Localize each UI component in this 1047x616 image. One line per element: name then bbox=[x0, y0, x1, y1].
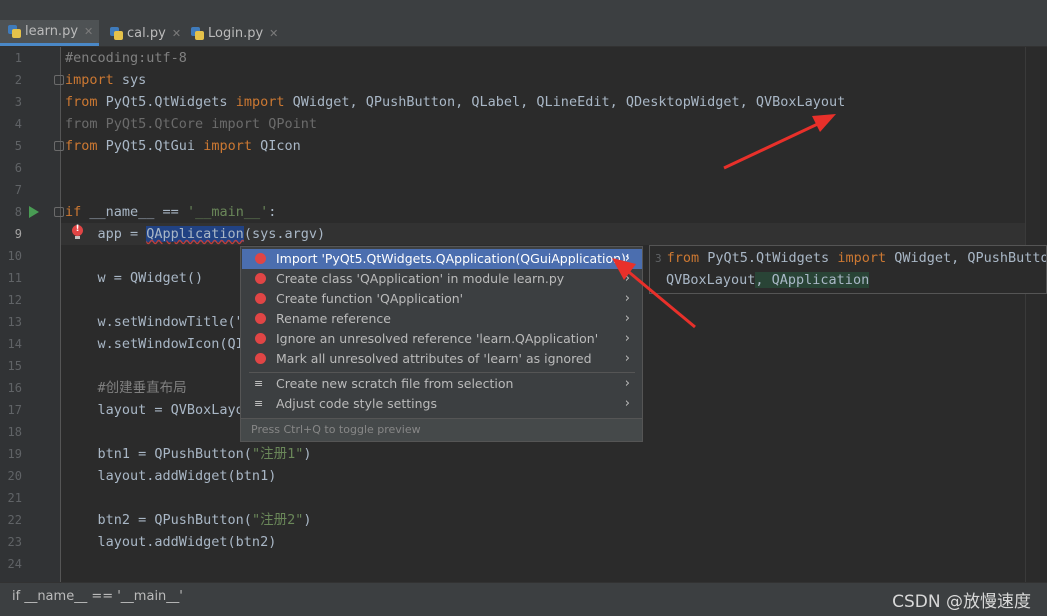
line-number: 16 bbox=[7, 381, 22, 395]
line-number: 23 bbox=[7, 535, 22, 549]
python-file-icon bbox=[110, 26, 123, 40]
close-tab-icon[interactable]: ✕ bbox=[172, 27, 181, 40]
chevron-right-icon: › bbox=[624, 376, 630, 391]
code-style-icon: ≡ bbox=[254, 397, 264, 410]
python-file-icon bbox=[8, 25, 21, 38]
fold-marker-icon[interactable] bbox=[54, 207, 64, 217]
unresolved-reference: QApplication bbox=[146, 226, 244, 242]
line-number: 2 bbox=[14, 73, 22, 87]
code-line: from PyQt5.QtGui import QIcon bbox=[65, 138, 301, 154]
line-number: 24 bbox=[7, 557, 22, 571]
line-number: 1 bbox=[14, 51, 22, 65]
line-number: 9 bbox=[14, 227, 22, 241]
error-bulb-icon bbox=[255, 313, 266, 324]
chevron-right-icon: › bbox=[624, 291, 630, 306]
error-bulb-icon bbox=[255, 273, 266, 284]
fold-marker-icon[interactable] bbox=[54, 141, 64, 151]
code-line: from PyQt5.QtCore import QPoint bbox=[65, 116, 317, 132]
code-line: w = QWidget() bbox=[65, 270, 204, 286]
popup-separator bbox=[249, 372, 635, 373]
line-number: 18 bbox=[7, 425, 22, 439]
chevron-right-icon: › bbox=[624, 251, 630, 266]
tab-cal-py[interactable]: cal.py ✕ bbox=[102, 20, 187, 46]
intention-preview: 3 from PyQt5.QtWidgets import QWidget, QP… bbox=[649, 245, 1047, 294]
python-file-icon bbox=[191, 26, 204, 40]
code-line: w.setWindowIcon(QI bbox=[65, 336, 244, 352]
line-number: 8 bbox=[14, 205, 22, 219]
status-bar: if __name__ == '__main__' CSDN @放慢速度 bbox=[0, 582, 1047, 616]
chevron-right-icon: › bbox=[624, 331, 630, 346]
line-number: 5 bbox=[14, 139, 22, 153]
code-line: btn2 = QPushButton("注册2") bbox=[65, 512, 312, 528]
line-number: 3 bbox=[14, 95, 22, 109]
line-number: 14 bbox=[7, 337, 22, 351]
line-number: 12 bbox=[7, 293, 22, 307]
tab-login-py[interactable]: Login.py ✕ bbox=[183, 20, 284, 46]
popup-item-ignore-reference[interactable]: Ignore an unresolved reference 'learn.QA… bbox=[242, 329, 642, 349]
line-number: 17 bbox=[7, 403, 22, 417]
code-line: #创建垂直布局 bbox=[65, 380, 187, 396]
fold-marker-icon[interactable] bbox=[54, 75, 64, 85]
code-line: import sys bbox=[65, 72, 147, 88]
chevron-right-icon: › bbox=[624, 396, 630, 411]
popup-item-mark-ignored[interactable]: Mark all unresolved attributes of 'learn… bbox=[242, 349, 642, 369]
chevron-right-icon: › bbox=[624, 351, 630, 366]
line-number: 19 bbox=[7, 447, 22, 461]
line-number: 4 bbox=[14, 117, 22, 131]
vertical-scrollbar[interactable] bbox=[1025, 47, 1047, 582]
code-line: from PyQt5.QtWidgets import QWidget, QPu… bbox=[65, 94, 846, 110]
watermark: CSDN @放慢速度 bbox=[892, 592, 1031, 612]
line-number: 7 bbox=[14, 183, 22, 197]
preview-line: QVBoxLayout, QApplication bbox=[666, 272, 870, 288]
close-tab-icon[interactable]: ✕ bbox=[269, 27, 278, 40]
scratch-icon: ≡ bbox=[254, 377, 264, 390]
line-number: 10 bbox=[7, 249, 22, 263]
line-number: 13 bbox=[7, 315, 22, 329]
line-number-gutter: 1 2 3 4 5 6 7 8 9 10 11 12 13 14 15 16 1… bbox=[0, 47, 64, 582]
chevron-right-icon: › bbox=[624, 311, 630, 326]
popup-item-create-function[interactable]: Create function 'QApplication' › bbox=[242, 289, 642, 309]
error-bulb-icon bbox=[255, 333, 266, 344]
code-line: layout = QVBoxLayo bbox=[65, 402, 244, 418]
popup-item-create-class[interactable]: Create class 'QApplication' in module le… bbox=[242, 269, 642, 289]
line-number: 11 bbox=[7, 271, 22, 285]
popup-item-scratch-file[interactable]: ≡ Create new scratch file from selection… bbox=[242, 374, 642, 394]
code-line: w.setWindowTitle(" bbox=[65, 314, 244, 330]
editor-tab-bar: learn.py ✕ cal.py ✕ Login.py ✕ bbox=[0, 20, 1047, 47]
code-line: #encoding:utf-8 bbox=[65, 50, 187, 66]
close-tab-icon[interactable]: ✕ bbox=[84, 25, 93, 38]
annotation-arrow-head bbox=[812, 114, 836, 132]
run-gutter-icon[interactable] bbox=[29, 206, 39, 218]
error-bulb-icon[interactable]: ! bbox=[72, 224, 83, 239]
code-line: app = QApplication(sys.argv) bbox=[65, 226, 326, 242]
error-bulb-icon bbox=[255, 253, 266, 264]
tab-learn-py[interactable]: learn.py ✕ bbox=[0, 20, 100, 46]
chevron-right-icon: › bbox=[624, 271, 630, 286]
popup-item-rename-reference[interactable]: Rename reference › bbox=[242, 309, 642, 329]
code-line: layout.addWidget(btn1) bbox=[65, 468, 277, 484]
error-bulb-icon bbox=[255, 353, 266, 364]
code-line: layout.addWidget(btn2) bbox=[65, 534, 277, 550]
line-number: 21 bbox=[7, 491, 22, 505]
popup-item-code-style[interactable]: ≡ Adjust code style settings › bbox=[242, 394, 642, 414]
line-number: 6 bbox=[14, 161, 22, 175]
code-line: btn1 = QPushButton("注册1") bbox=[65, 446, 312, 462]
line-number: 22 bbox=[7, 513, 22, 527]
intention-actions-popup: Import 'PyQt5.QtWidgets.QApplication(QGu… bbox=[240, 246, 643, 442]
popup-item-import[interactable]: Import 'PyQt5.QtWidgets.QApplication(QGu… bbox=[242, 249, 642, 269]
annotation-arrow bbox=[723, 120, 823, 170]
error-bulb-icon bbox=[255, 293, 266, 304]
line-number: 20 bbox=[7, 469, 22, 483]
code-line: if __name__ == '__main__': bbox=[65, 204, 277, 220]
preview-line: 3 from PyQt5.QtWidgets import QWidget, QP… bbox=[655, 250, 1047, 266]
toggle-preview-hint: Press Ctrl+Q to toggle preview bbox=[241, 418, 642, 441]
line-number: 15 bbox=[7, 359, 22, 373]
window-top-bar bbox=[0, 0, 1047, 21]
breadcrumb[interactable]: if __name__ == '__main__' bbox=[12, 589, 183, 604]
